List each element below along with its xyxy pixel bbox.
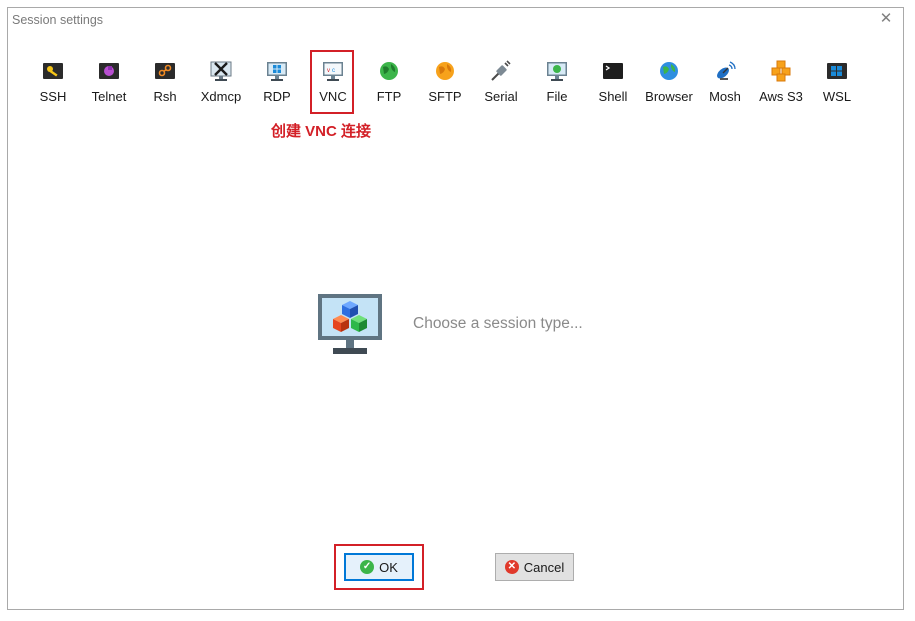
ok-button[interactable]: ✓ OK (344, 553, 414, 581)
session-type-ssh[interactable]: SSH (25, 58, 81, 114)
session-type-sftp[interactable]: SFTP (417, 58, 473, 114)
session-settings-dialog: Session settings ✕ SSH Telnet Rsh Xdmcp … (7, 7, 904, 610)
session-type-ftp[interactable]: FTP (361, 58, 417, 114)
session-type-wsl[interactable]: WSL (809, 58, 865, 114)
cancel-x-icon: ✕ (504, 560, 519, 574)
session-type-serial[interactable]: Serial (473, 58, 529, 114)
session-type-browser[interactable]: Browser (641, 58, 697, 114)
close-icon[interactable]: ✕ (878, 11, 894, 27)
session-type-xdmcp[interactable]: Xdmcp (193, 58, 249, 114)
rdp-monitor-icon (267, 62, 287, 81)
ftp-globe-icon (380, 62, 398, 80)
check-icon: ✓ (360, 560, 375, 574)
session-type-shell[interactable]: Shell (585, 58, 641, 114)
wsl-windows-icon (827, 63, 847, 79)
annotation-create-vnc: 创建 VNC 连接 (271, 123, 372, 140)
browser-globe-icon (660, 62, 678, 80)
ok-button-label: OK (379, 559, 398, 575)
rsh-icon (155, 63, 175, 79)
cancel-button[interactable]: ✕ Cancel (495, 553, 574, 581)
session-type-file[interactable]: File (529, 58, 585, 114)
sftp-globe-icon (436, 62, 454, 80)
session-type-telnet[interactable]: Telnet (81, 58, 137, 114)
vnc-highlight-box (310, 50, 354, 114)
xdmcp-icon (210, 61, 232, 81)
shell-terminal-icon (603, 63, 623, 79)
session-type-rdp[interactable]: RDP (249, 58, 305, 114)
aws-s3-cubes-icon (771, 60, 791, 82)
ssh-key-icon (43, 63, 63, 79)
cancel-button-label: Cancel (523, 559, 565, 575)
choose-session-hint: Choose a session type... (413, 315, 583, 332)
session-type-rsh[interactable]: Rsh (137, 58, 193, 114)
mosh-satellite-icon (717, 61, 736, 80)
session-type-aws-s3[interactable]: Aws S3 (753, 58, 809, 114)
window-title: Session settings (12, 13, 104, 27)
file-monitor-icon (547, 62, 567, 81)
session-type-mosh[interactable]: Mosh (697, 58, 753, 114)
session-type-label: WSL (822, 89, 852, 104)
telnet-icon (99, 63, 119, 79)
session-monitor-cubes-icon (318, 294, 382, 354)
serial-plug-icon (491, 60, 511, 81)
